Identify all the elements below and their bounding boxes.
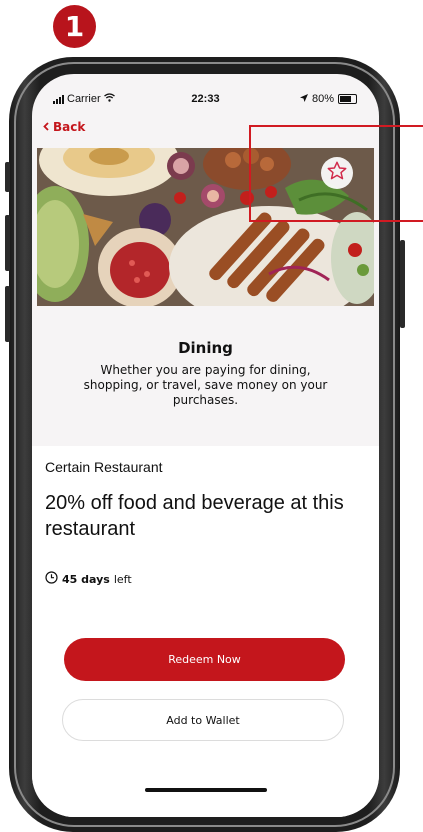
expiry-days: 45 days (62, 572, 110, 586)
home-indicator (145, 788, 267, 792)
redeem-now-button[interactable]: Redeem Now (64, 638, 345, 681)
battery-percent: 80% (311, 93, 334, 105)
favorite-callout-box (249, 125, 423, 222)
add-to-wallet-button[interactable]: Add to Wallet (62, 699, 344, 741)
volume-down-button (5, 286, 10, 342)
category-description: Whether you are paying for dining, shopp… (83, 363, 328, 407)
battery-icon (338, 94, 357, 104)
merchant-name: Certain Restaurant (45, 459, 163, 475)
back-button[interactable]: Back (43, 120, 85, 134)
step-number-badge: 1 (53, 5, 96, 48)
clock-icon (45, 571, 58, 587)
power-button (400, 240, 405, 328)
mute-switch (5, 162, 10, 192)
status-bar: Carrier 22:33 80% (32, 74, 379, 120)
volume-up-button (5, 215, 10, 271)
back-label: Back (53, 120, 86, 134)
expiry-suffix: left (113, 572, 132, 586)
offer-details: Certain Restaurant 20% off food and beve… (32, 446, 379, 817)
category-title: Dining (178, 339, 233, 357)
back-chevron-icon (43, 120, 49, 134)
category-card: Dining Whether you are paying for dining… (32, 306, 379, 446)
location-arrow-icon (299, 93, 308, 105)
expiry-info: 45 days left (45, 571, 132, 587)
offer-title: 20% off food and beverage at this restau… (45, 492, 344, 540)
